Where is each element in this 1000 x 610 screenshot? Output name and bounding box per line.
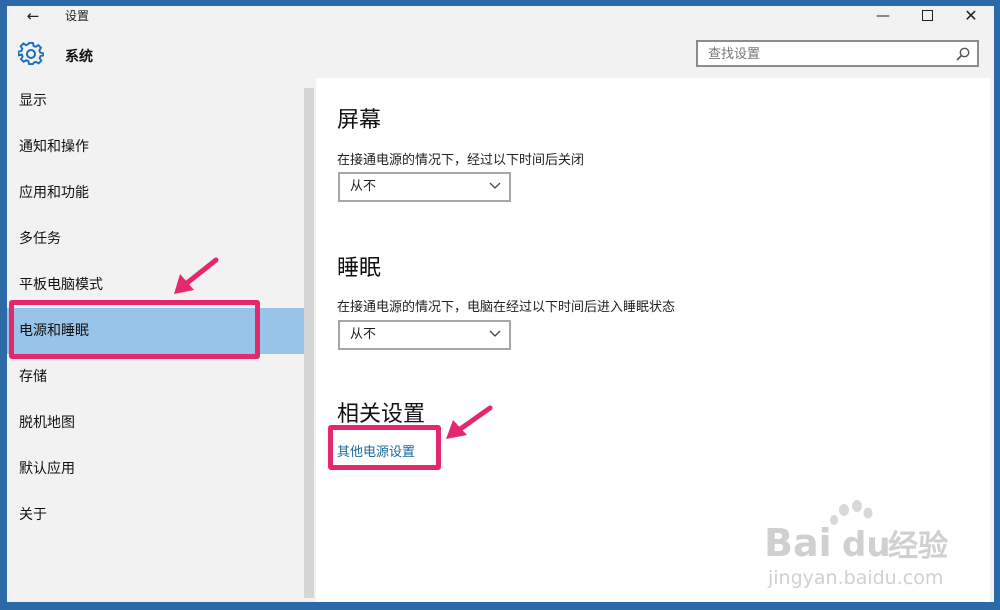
minimize-button[interactable]: — <box>860 6 906 28</box>
sidebar-item-offline-maps[interactable]: 脱机地图 <box>7 400 304 446</box>
sleep-heading: 睡眠 <box>337 256 382 281</box>
maximize-icon <box>921 9 933 21</box>
search-input[interactable] <box>706 44 950 65</box>
content-scrollbar[interactable] <box>990 78 994 602</box>
screen-description: 在接通电源的情况下，经过以下时间后关闭 <box>337 153 585 168</box>
title-bar: ← 设置 — ✕ <box>7 6 994 28</box>
window-title: 设置 <box>65 9 90 23</box>
sidebar-scrollbar[interactable] <box>304 88 314 598</box>
chevron-down-icon <box>489 182 501 189</box>
sidebar-item-multitasking[interactable]: 多任务 <box>7 216 304 262</box>
sidebar-item-default-apps[interactable]: 默认应用 <box>7 446 304 492</box>
sidebar-item-notifications[interactable]: 通知和操作 <box>7 124 304 170</box>
highlight-box <box>328 425 441 470</box>
watermark-cn: 经验 <box>888 529 948 564</box>
screen-timeout-dropdown[interactable]: 从不 <box>338 172 511 202</box>
search-icon[interactable] <box>955 46 971 62</box>
maximize-button[interactable] <box>904 6 950 28</box>
sidebar-item-about[interactable]: 关于 <box>7 492 304 538</box>
arrow-icon <box>174 257 219 294</box>
section-title: 系统 <box>65 49 93 65</box>
sleep-timeout-dropdown[interactable]: 从不 <box>338 320 511 350</box>
watermark-brand: Bai <box>764 521 832 565</box>
close-button[interactable]: ✕ <box>948 6 994 28</box>
sidebar-item-display[interactable]: 显示 <box>7 78 304 124</box>
search-box[interactable] <box>696 40 979 67</box>
header: 系统 <box>7 28 994 78</box>
chevron-down-icon <box>489 330 501 337</box>
highlight-box <box>9 300 260 359</box>
arrow-icon <box>446 405 493 439</box>
watermark-brand-2: du <box>842 525 891 565</box>
watermark-url: jingyan.baidu.com <box>767 567 943 589</box>
watermark-logo: Bai du 经验 jingyan.baidu.com <box>764 500 948 589</box>
sleep-timeout-value: 从不 <box>350 327 377 342</box>
screen-timeout-value: 从不 <box>350 179 377 194</box>
gear-icon <box>18 41 44 66</box>
sleep-description: 在接通电源的情况下，电脑在经过以下时间后进入睡眠状态 <box>337 300 676 315</box>
related-settings-heading: 相关设置 <box>337 402 426 427</box>
sidebar-item-apps[interactable]: 应用和功能 <box>7 170 304 216</box>
sidebar-item-storage[interactable]: 存储 <box>7 354 304 400</box>
back-button[interactable]: ← <box>21 6 45 28</box>
screen-heading: 屏幕 <box>337 108 382 133</box>
